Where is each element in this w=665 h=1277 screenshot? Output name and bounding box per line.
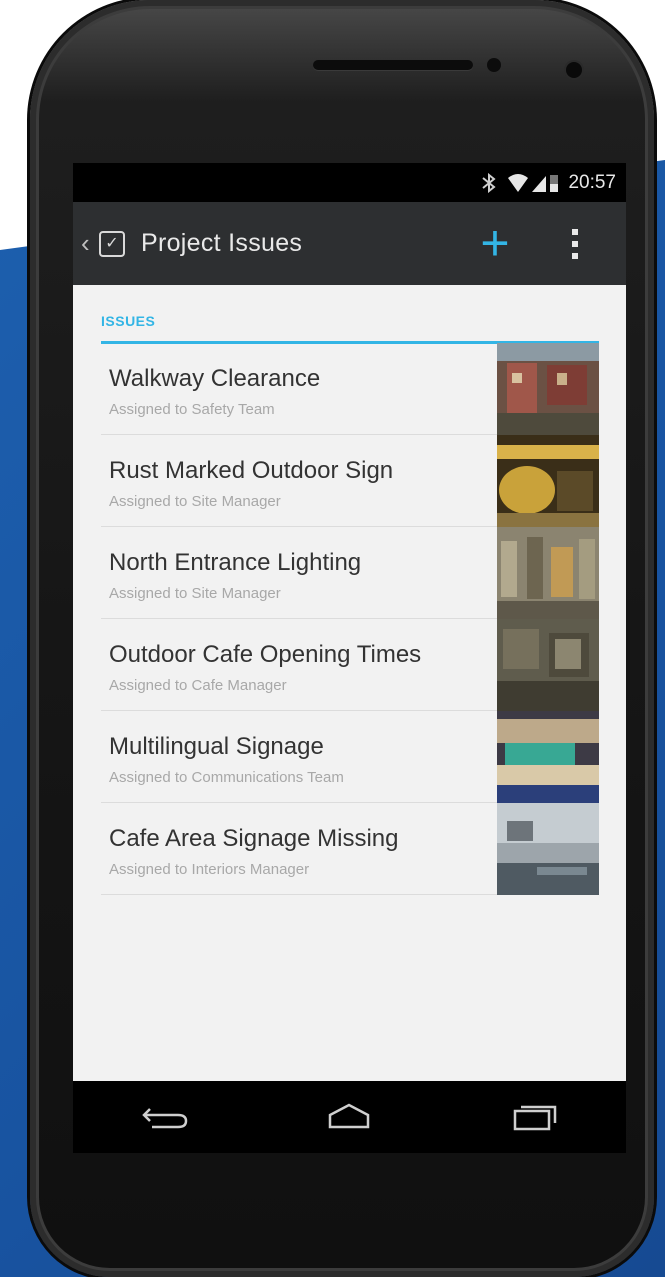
issue-title: Outdoor Cafe Opening Times [109,641,422,668]
phone-screen: 20:57 ‹ ✓ Project Issues + ISSUES Walkwa… [73,163,626,1081]
issue-title: Rust Marked Outdoor Sign [109,457,394,484]
list-item[interactable]: North Entrance Lighting Assigned to Site… [101,527,599,619]
issue-title: North Entrance Lighting [109,549,362,576]
issue-thumbnail [497,435,599,527]
back-icon[interactable] [130,1097,200,1137]
checkbox-icon[interactable]: ✓ [99,230,125,257]
issue-thumbnail [497,343,599,435]
recent-apps-icon[interactable] [499,1097,569,1137]
list-item[interactable]: Rust Marked Outdoor Sign Assigned to Sit… [101,435,599,527]
earpiece-speaker [313,60,473,70]
chevron-left-icon[interactable]: ‹ [81,228,95,259]
home-icon[interactable] [314,1097,384,1137]
issue-title: Multilingual Signage [109,733,324,760]
issue-thumbnail [497,527,599,619]
clock: 20:57 [568,171,616,193]
issue-title: Walkway Clearance [109,365,321,392]
list-item[interactable]: Outdoor Cafe Opening Times Assigned to C… [101,619,599,711]
issue-thumbnail [497,803,599,895]
overflow-menu-icon[interactable] [563,222,587,266]
list-item[interactable]: Multilingual Signage Assigned to Communi… [101,711,599,803]
issue-assignee: Assigned to Site Manager [109,585,281,602]
plus-icon[interactable]: + [469,217,521,269]
status-bar: 20:57 [73,163,626,202]
issue-assignee: Assigned to Communications Team [109,769,344,786]
issue-thumbnail [497,619,599,711]
proximity-sensor [487,58,501,72]
page-title: Project Issues [141,229,303,257]
issue-thumbnail [497,711,599,803]
issue-assignee: Assigned to Interiors Manager [109,861,310,878]
bluetooth-icon [482,172,497,193]
section-header: ISSUES [101,313,599,344]
front-camera [566,62,582,78]
issue-assignee: Assigned to Safety Team [109,401,275,418]
navigation-bar [73,1081,626,1153]
issue-assignee: Assigned to Site Manager [109,493,281,510]
issue-title: Cafe Area Signage Missing [109,825,399,852]
list-item[interactable]: Walkway Clearance Assigned to Safety Tea… [101,343,599,435]
list-item[interactable]: Cafe Area Signage Missing Assigned to In… [101,803,599,895]
action-bar: ‹ ✓ Project Issues + [73,202,626,285]
issue-assignee: Assigned to Cafe Manager [109,677,287,694]
issue-list: Walkway Clearance Assigned to Safety Tea… [101,343,599,895]
signal-wifi-icon [508,173,559,192]
